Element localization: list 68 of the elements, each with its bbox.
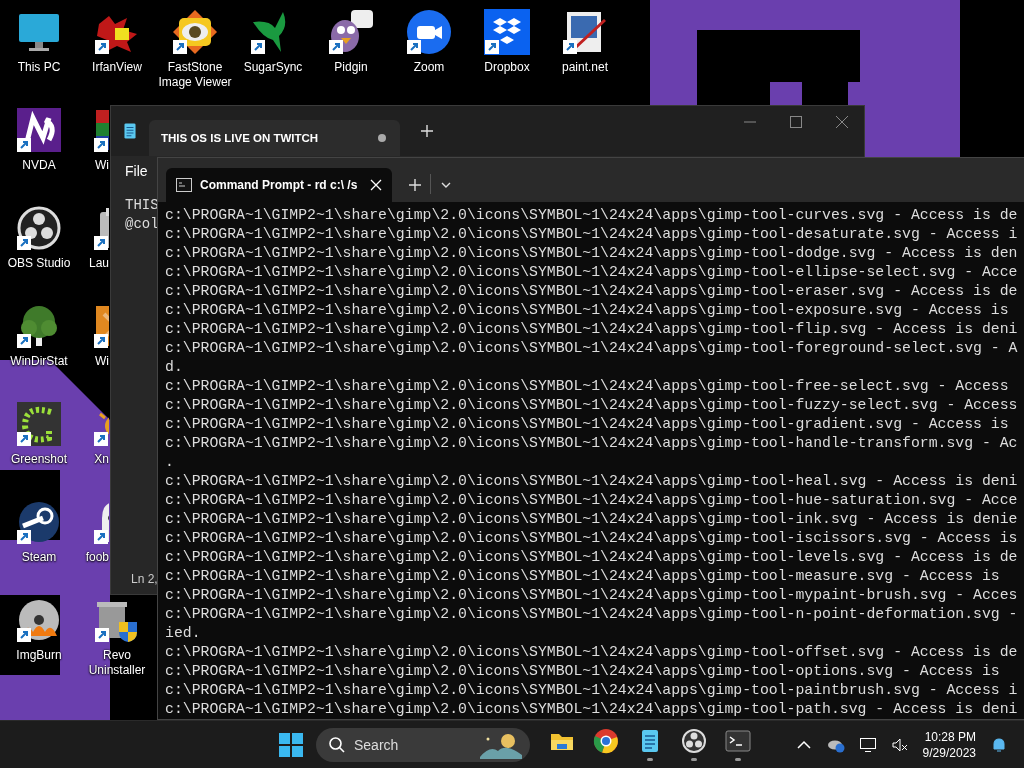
text-line: THIS	[125, 196, 159, 215]
console-line: c:\PROGRA~1\GIMP2~1\share\gimp\2.0\icons\SYMBOL~1\24x24\apps\gimp-tool-curves.svg - Access is de	[165, 206, 1018, 225]
desktop-shortcut[interactable]: IrfanView	[78, 8, 156, 75]
desktop-shortcut[interactable]: Pidgin	[312, 8, 390, 75]
console-line: c:\PROGRA~1\GIMP2~1\share\gimp\2.0\icons\SYMBOL~1\24x24\apps\gimp-tool-iscissors.svg - Access is	[165, 529, 1018, 548]
console-line: c:\PROGRA~1\GIMP2~1\share\gimp\2.0\icons\SYMBOL~1\24x24\apps\gimp-tool-ellipse-select.svg - Acce	[165, 263, 1018, 282]
console-line: ied.	[165, 624, 201, 643]
start-icon[interactable]	[278, 731, 304, 758]
console-line: d.	[165, 358, 183, 377]
plus-icon[interactable]	[408, 178, 422, 192]
console-line: c:\PROGRA~1\GIMP2~1\share\gimp\2.0\icons\SYMBOL~1\24x24\apps\gimp-tool-eraser.svg - Access is de	[165, 282, 1018, 301]
dots-icon	[15, 400, 63, 448]
console-line: c:\PROGRA~1\GIMP2~1\share\gimp\2.0\icons\SYMBOL~1\24x24\apps\gimp-tool-ink.svg - Access is denie	[165, 510, 1018, 529]
desktop-shortcut[interactable]: OBS Studio	[0, 204, 78, 271]
camera-icon	[405, 8, 453, 56]
eye-icon	[171, 8, 219, 56]
desktop-shortcut[interactable]: paint.net	[546, 8, 624, 75]
console-line: c:\PROGRA~1\GIMP2~1\share\gimp\2.0\icons\SYMBOL~1\24x24\apps\gimp-tool-foreground-select.svg - A	[165, 339, 1018, 358]
console-line: c:\PROGRA~1\GIMP2~1\share\gimp\2.0\icons\SYMBOL~1\24x24\apps\gimp-tool-fuzzy-select.svg - Access	[165, 396, 1018, 415]
plus-icon[interactable]	[420, 124, 435, 138]
bell-icon[interactable]	[990, 735, 1008, 754]
console-line: c:\PROGRA~1\GIMP2~1\share\gimp\2.0\icons\SYMBOL~1\24x24\apps\gimp-tool-mypaint-brush.svg - Acces	[165, 586, 1018, 605]
desktop-shortcut[interactable]: Zoom	[390, 8, 468, 75]
terminal-icon	[725, 728, 751, 754]
circle-icon	[681, 728, 707, 754]
console-line: c:\PROGRA~1\GIMP2~1\share\gimp\2.0\icons\SYMBOL~1\24x24\apps\gimp-tool-dodge.svg - Access is den	[165, 244, 1018, 263]
monitor-icon[interactable]	[858, 735, 877, 754]
console-line: c:\PROGRA~1\GIMP2~1\share\gimp\2.0\icons\SYMBOL~1\24x24\apps\gimp-tool-hue-saturation.svg - Acce	[165, 491, 1018, 510]
clock-date[interactable]: 9/29/2023	[922, 744, 976, 761]
document-tab[interactable]: THIS OS IS LIVE ON TWITCH	[149, 120, 401, 156]
console-line: c:\PROGRA~1\GIMP2~1\share\gimp\2.0\icons\SYMBOL~1\24x24\apps\gimp-tool-offset.svg - Access is de	[165, 643, 1018, 662]
box-icon	[483, 8, 531, 56]
desktop-shortcut[interactable]: Greenshot	[0, 400, 78, 467]
console-line: c:\PROGRA~1\GIMP2~1\share\gimp\2.0\icons\SYMBOL~1\24x24\apps\gimp-tool-paintbrush.svg - Access i	[165, 681, 1018, 700]
desktop-shortcut[interactable]: FastStone Image Viewer	[156, 8, 234, 90]
console-line: c:\PROGRA~1\GIMP2~1\share\gimp\2.0\icons\SYMBOL~1\24x24\apps\gimp-tool-desaturate.svg - Access i	[165, 225, 1018, 244]
console-line: c:\PROGRA~1\GIMP2~1\share\gimp\2.0\icons\SYMBOL~1\24x24\apps\gimp-tool-free-select.svg - Access	[165, 377, 1009, 396]
search-icon[interactable]	[328, 735, 346, 754]
desktop-shortcut[interactable]: This PC	[0, 8, 78, 75]
desktop-shortcut[interactable]: NVDA	[0, 106, 78, 173]
round-logo-icon	[593, 728, 619, 754]
notepad-icon	[121, 121, 139, 141]
maximize-icon[interactable]	[788, 114, 804, 130]
console-line: c:\PROGRA~1\GIMP2~1\share\gimp\2.0\icons\SYMBOL~1\24x24\apps\gimp-tool-handle-transform.svg - Ac	[165, 434, 1018, 453]
text-line: @col	[125, 215, 159, 234]
console-line: c:\PROGRA~1\GIMP2~1\share\gimp\2.0\icons\SYMBOL~1\24x24\apps\gimp-tool-levels.svg - Access is de	[165, 548, 1018, 567]
console-line: c:\PROGRA~1\GIMP2~1\share\gimp\2.0\icons\SYMBOL~1\24x24\apps\gimp-tool-exposure.svg - Access is	[165, 301, 1009, 320]
bird-icon	[327, 8, 375, 56]
desktop-shortcut[interactable]: Dropbox	[468, 8, 546, 75]
terminal-tab[interactable]: Command Prompt - rd c:\ /s	[166, 168, 392, 202]
console-line: c:\PROGRA~1\GIMP2~1\share\gimp\2.0\icons\SYMBOL~1\24x24\apps\gimp-tool-gradient.svg - Access is	[165, 415, 1009, 434]
console-line: c:\PROGRA~1\GIMP2~1\share\gimp\2.0\icons\SYMBOL~1\24x24\apps\gimp-tool-flip.svg - Access is deni	[165, 320, 1018, 339]
desktop-shortcut[interactable]: Xn	[78, 400, 109, 467]
console-line: c:\PROGRA~1\GIMP2~1\share\gimp\2.0\icons\SYMBOL~1\24x24\apps\gimp-tool-n-point-deformation.svg -	[165, 605, 1018, 624]
console-line: c:\PROGRA~1\GIMP2~1\share\gimp\2.0\icons\SYMBOL~1\24x24\apps\gimp-tool-measure.svg - Access is	[165, 567, 1000, 586]
search-field[interactable]: Search	[354, 736, 464, 753]
swirl-icon	[15, 106, 63, 154]
desktop-shortcut[interactable]: SugarSync	[234, 8, 312, 75]
terminal-icon	[176, 178, 192, 192]
console-line: c:\PROGRA~1\GIMP2~1\share\gimp\2.0\icons\SYMBOL~1\24x24\apps\gimp-tool-options.svg - Access is	[165, 662, 1000, 681]
status-text: Ln 2,	[131, 572, 158, 586]
console-line: c:\PROGRA~1\GIMP2~1\share\gimp\2.0\icons\SYMBOL~1\24x24\apps\gimp-tool-path.svg - Access is deni	[165, 700, 1018, 719]
menu-item[interactable]: File	[125, 163, 148, 179]
circle-icon	[15, 204, 63, 252]
desktop-shortcut[interactable]: Steam	[0, 498, 78, 565]
console-line: .	[165, 453, 174, 472]
clock-time[interactable]: 10:28 PM	[924, 728, 976, 745]
console-line: c:\PROGRA~1\GIMP2~1\share\gimp\2.0\icons\SYMBOL~1\24x24\apps\gimp-tool-heal.svg - Access is deni	[165, 472, 1018, 491]
